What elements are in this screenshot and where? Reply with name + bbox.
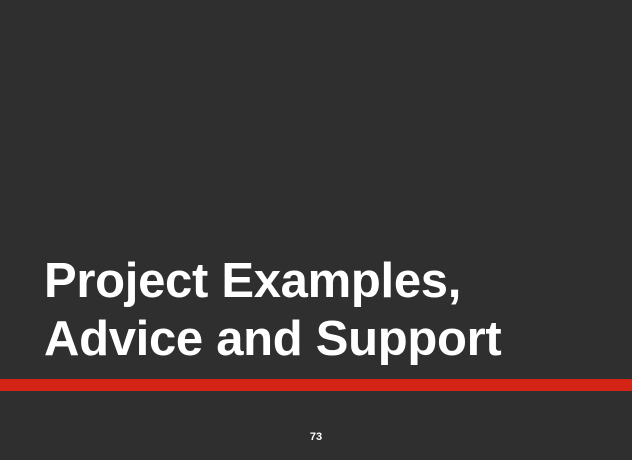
slide-title: Project Examples, Advice and Support bbox=[44, 252, 502, 368]
accent-bar bbox=[0, 379, 632, 391]
page-number: 73 bbox=[309, 431, 323, 443]
slide-title-line-2: Advice and Support bbox=[44, 312, 502, 366]
presentation-slide: Project Examples, Advice and Support 73 bbox=[0, 0, 632, 460]
slide-title-line-1: Project Examples, bbox=[44, 254, 462, 308]
